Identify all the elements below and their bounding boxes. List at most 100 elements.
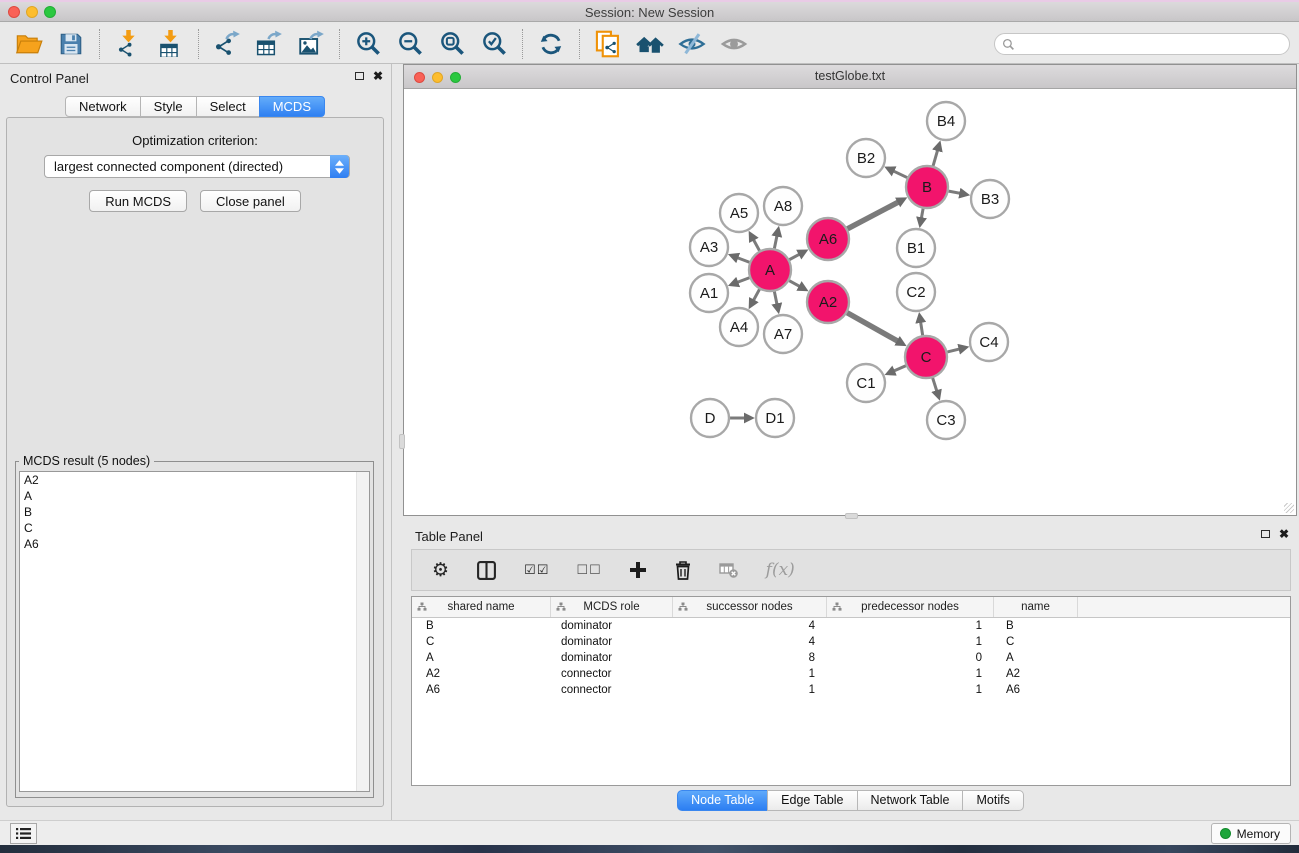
hide-selected-button[interactable]	[671, 27, 713, 61]
show-all-button[interactable]	[713, 27, 755, 61]
main-toolbar	[0, 24, 1299, 64]
edge-C-C1[interactable]	[893, 366, 906, 372]
tab-style[interactable]: Style	[140, 96, 197, 117]
mcds-result-item[interactable]: A	[20, 488, 369, 504]
table-toolbar: ⚙ ☑☑ ☐☐	[411, 549, 1291, 591]
toolbar-separator	[339, 29, 340, 59]
table-row[interactable]: A6connector11A6	[412, 682, 1290, 698]
edge-A-A5[interactable]	[753, 238, 760, 250]
edge-A-A4[interactable]	[753, 289, 760, 301]
float-panel-icon[interactable]	[355, 72, 364, 80]
cell: A	[994, 652, 1078, 664]
import-network-icon	[115, 30, 142, 57]
edge-B-B3[interactable]	[949, 191, 962, 193]
memory-button[interactable]: Memory	[1211, 823, 1291, 844]
export-network-button[interactable]	[206, 27, 248, 61]
tab-network-table[interactable]: Network Table	[857, 790, 964, 811]
cell: 1	[827, 620, 994, 632]
export-table-button[interactable]	[248, 27, 290, 61]
table-row[interactable]: A2connector11A2	[412, 666, 1290, 682]
zoom-fit-button[interactable]	[431, 27, 473, 61]
column-header-successor-nodes[interactable]: successor nodes	[673, 597, 827, 617]
tab-motifs[interactable]: Motifs	[962, 790, 1023, 811]
copy-network-button[interactable]	[587, 27, 629, 61]
control-panel: Control Panel ✖ NetworkStyleSelectMCDS O…	[0, 64, 392, 820]
table-row[interactable]: Adominator80A	[412, 650, 1290, 666]
column-header-name[interactable]: name	[994, 597, 1078, 617]
mcds-result-list[interactable]: A2ABCA6	[19, 471, 370, 792]
function-builder-button[interactable]: f(x)	[766, 560, 795, 580]
cell: 0	[827, 652, 994, 664]
task-history-button[interactable]	[10, 823, 37, 844]
refresh-button[interactable]	[530, 27, 572, 61]
zoom-out-button[interactable]	[389, 27, 431, 61]
network-canvas[interactable]: B4B2BB3A8A5A6A3B1AC2A1A2A4A7C4CC1DD1C3	[404, 89, 1296, 515]
tab-node-table[interactable]: Node Table	[677, 790, 768, 811]
edge-A-A2[interactable]	[789, 281, 801, 287]
table-settings-button[interactable]: ⚙	[432, 559, 449, 581]
edge-A-A7[interactable]	[774, 292, 777, 306]
tab-network[interactable]: Network	[65, 96, 141, 117]
mcds-result-item[interactable]: B	[20, 504, 369, 520]
edge-A2-C[interactable]	[847, 313, 899, 342]
network-graph[interactable]: B4B2BB3A8A5A6A3B1AC2A1A2A4A7C4CC1DD1C3	[404, 89, 1296, 515]
edge-C-C2[interactable]	[920, 321, 922, 336]
close-panel-icon[interactable]: ✖	[373, 71, 383, 81]
edge-A-A3[interactable]	[736, 257, 749, 262]
open-session-button[interactable]	[8, 27, 50, 61]
column-header-MCDS-role[interactable]: MCDS role	[551, 597, 673, 617]
zoom-selected-button[interactable]	[473, 27, 515, 61]
cell: C	[994, 636, 1078, 648]
search-icon	[1002, 38, 1015, 51]
column-header-shared-name[interactable]: shared name	[412, 597, 551, 617]
table-row[interactable]: Cdominator41C	[412, 634, 1290, 650]
search-field[interactable]	[994, 33, 1290, 55]
node-label-D1: D1	[765, 410, 784, 427]
scrollbar-track[interactable]	[356, 472, 369, 791]
table-row[interactable]: Bdominator41B	[412, 618, 1290, 634]
column-header-predecessor-nodes[interactable]: predecessor nodes	[827, 597, 994, 617]
checked-boxes-icon: ☑☑	[524, 563, 549, 578]
close-panel-button[interactable]: Close panel	[200, 190, 301, 212]
show-columns-button[interactable]	[476, 560, 497, 581]
tab-select[interactable]: Select	[196, 96, 260, 117]
select-all-columns-button[interactable]: ☑☑	[524, 563, 549, 578]
optimization-label: Optimization criterion:	[7, 133, 383, 148]
save-session-button[interactable]	[50, 27, 92, 61]
mcds-result-item[interactable]: A2	[20, 472, 369, 488]
mcds-result-item[interactable]: C	[20, 520, 369, 536]
delete-column-button[interactable]	[674, 560, 692, 580]
node-label-A7: A7	[774, 326, 792, 343]
mcds-result-item[interactable]: A6	[20, 536, 369, 552]
create-column-button[interactable]	[629, 561, 647, 579]
import-table-button[interactable]	[149, 27, 191, 61]
edge-B-B2[interactable]	[892, 170, 907, 177]
float-panel-icon[interactable]	[1261, 530, 1270, 538]
houses-button[interactable]	[629, 27, 671, 61]
panel-divider-handle[interactable]	[399, 434, 405, 449]
resize-grip[interactable]	[1284, 503, 1294, 513]
delete-table-button[interactable]	[719, 561, 739, 579]
close-panel-icon[interactable]: ✖	[1279, 529, 1289, 539]
panel-divider-handle[interactable]	[845, 513, 858, 519]
edge-A-A6[interactable]	[789, 254, 800, 260]
criterion-select[interactable]: largest connected component (directed)	[44, 155, 350, 178]
edge-A6-B[interactable]	[847, 201, 899, 228]
run-mcds-button[interactable]: Run MCDS	[89, 190, 187, 212]
tab-edge-table[interactable]: Edge Table	[767, 790, 857, 811]
node-label-A6: A6	[819, 231, 837, 248]
edge-A-A8[interactable]	[774, 234, 777, 248]
edge-C-C3[interactable]	[933, 378, 938, 392]
edge-C-C4[interactable]	[947, 349, 960, 352]
edge-A-A1[interactable]	[736, 278, 749, 283]
tab-mcds[interactable]: MCDS	[259, 96, 325, 117]
export-image-button[interactable]	[290, 27, 332, 61]
edge-B-B1[interactable]	[921, 209, 923, 220]
node-label-B2: B2	[857, 150, 875, 167]
unselect-all-columns-button[interactable]: ☐☐	[576, 563, 601, 578]
window-titlebar: Session: New Session	[0, 0, 1299, 22]
zoom-in-button[interactable]	[347, 27, 389, 61]
import-network-button[interactable]	[107, 27, 149, 61]
search-input[interactable]	[1019, 35, 1289, 53]
edge-B-B4[interactable]	[933, 149, 938, 166]
